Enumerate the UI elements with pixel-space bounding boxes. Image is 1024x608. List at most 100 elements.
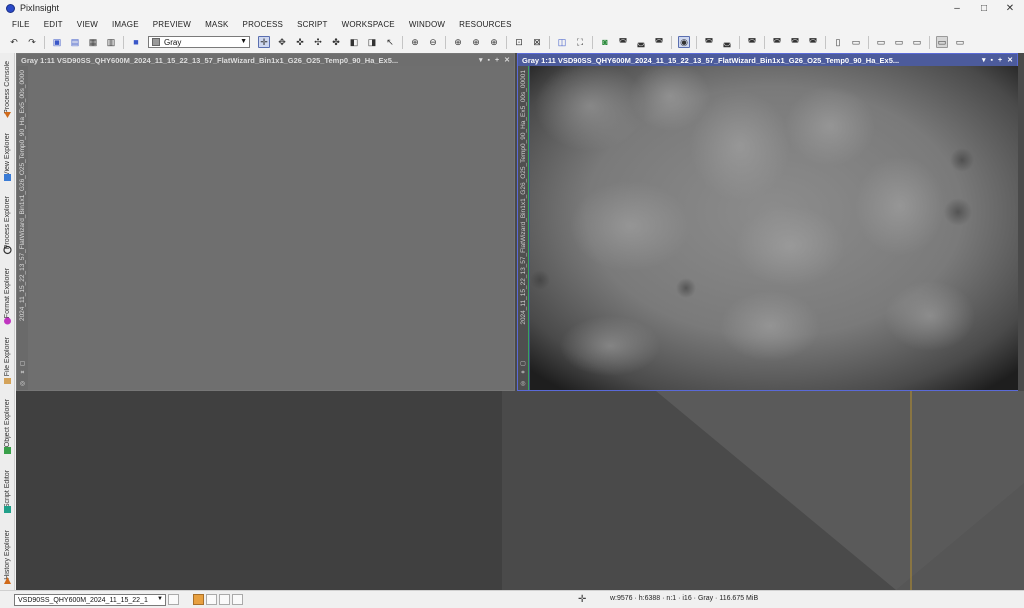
move-mode-icon[interactable]: ✣ xyxy=(312,36,324,48)
fit-view-icon[interactable]: ⊡ xyxy=(513,36,525,48)
menu-script[interactable]: SCRIPT xyxy=(290,20,335,29)
image-window-2-title[interactable]: Gray 1:11 VSD90SS_QHY600M_2024_11_15_22_… xyxy=(518,54,1017,66)
zoom-mode-icon[interactable]: ✥ xyxy=(276,36,288,48)
save-image-icon[interactable]: ▦ xyxy=(87,36,99,48)
open-image-icon[interactable]: ▤ xyxy=(69,36,81,48)
menu-process[interactable]: PROCESS xyxy=(236,20,291,29)
toolbar-separator xyxy=(592,35,593,49)
status-bar: VSD90SS_QHY600M_2024_11_15_22_1 ▼ ✛ w:95… xyxy=(0,590,1024,608)
color-swatch-2[interactable] xyxy=(219,594,230,605)
stf-auto-icon[interactable]: ◉ xyxy=(678,36,690,48)
process-explorer-tab-icon xyxy=(3,245,12,255)
image-window-1[interactable]: Gray 1:11 VSD90SS_QHY600M_2024_11_15_22_… xyxy=(16,53,515,391)
mask-indicator-icon[interactable]: ◎ xyxy=(20,380,25,387)
toolbar-separator xyxy=(739,35,740,49)
zoom-1-1-icon[interactable]: ⊕ xyxy=(452,36,464,48)
color-swatch-orange[interactable] xyxy=(193,594,204,605)
fit-window-icon[interactable]: ⊠ xyxy=(531,36,543,48)
view-selector[interactable]: VSD90SS_QHY600M_2024_11_15_22_1 ▼ xyxy=(14,594,166,606)
close-window-button[interactable]: ✕ xyxy=(1007,56,1013,64)
stf-reset-icon[interactable]: ◛ xyxy=(721,36,733,48)
menu-view[interactable]: VIEW xyxy=(70,20,105,29)
stf-24bit-icon[interactable]: ◚ xyxy=(746,36,758,48)
explorer-icon[interactable]: ▯ xyxy=(832,36,844,48)
grid-2-icon[interactable]: ◚ xyxy=(789,36,801,48)
toolbar-separator xyxy=(764,35,765,49)
script-editor-tab-icon xyxy=(4,506,11,513)
mask-indicator-icon[interactable]: ◎ xyxy=(520,380,525,387)
full-screen-icon[interactable]: ⛶ xyxy=(574,36,586,48)
screen-transfer-icon[interactable]: ◫ xyxy=(556,36,568,48)
lock-icon[interactable]: ▢ xyxy=(20,360,26,367)
layout-3-icon[interactable]: ▭ xyxy=(911,36,923,48)
close-window-button[interactable]: ✕ xyxy=(504,56,510,64)
minimize-window-button[interactable]: ▪ xyxy=(488,57,490,64)
lock-icon[interactable]: ▢ xyxy=(520,360,526,367)
menu-bar: FILE EDIT VIEW IMAGE PREVIEW MASK PROCES… xyxy=(0,16,1024,32)
toolbar-separator xyxy=(671,35,672,49)
console-icon[interactable]: ▭ xyxy=(850,36,862,48)
image-window-1-side-bar: 2024_11_15_22_13_57_FlatWizard_Bin1x1_G2… xyxy=(17,66,28,390)
maximize-window-button[interactable]: + xyxy=(998,57,1002,64)
toolbar-menu-icon[interactable]: ▭ xyxy=(954,36,966,48)
duplicate-image-icon[interactable]: ▥ xyxy=(105,36,117,48)
menu-preview[interactable]: PREVIEW xyxy=(146,20,198,29)
toolbar-separator xyxy=(123,35,124,49)
color-swatch-3[interactable] xyxy=(232,594,243,605)
menu-window[interactable]: WINDOW xyxy=(402,20,452,29)
color-channel-icon[interactable]: ■ xyxy=(130,36,142,48)
new-image-icon[interactable]: ▣ xyxy=(51,36,63,48)
center-mode-icon[interactable]: ✤ xyxy=(330,36,342,48)
pointer-icon[interactable]: ↖ xyxy=(384,36,396,48)
image-window-2-side-bar: 2024_11_15_22_13_57_FlatWizard_Bin1x1_G2… xyxy=(518,66,529,390)
console-tab-icon xyxy=(4,112,11,118)
crosshair-icon: ✛ xyxy=(578,594,587,605)
maximize-window-button[interactable]: + xyxy=(495,57,499,64)
toolbar-separator xyxy=(506,35,507,49)
layout-1-icon[interactable]: ▭ xyxy=(875,36,887,48)
link-icon[interactable]: ⌗ xyxy=(21,370,24,377)
grid-3-icon[interactable]: ◚ xyxy=(807,36,819,48)
shade-button[interactable]: ▾ xyxy=(982,56,986,64)
undo-icon[interactable]: ↶ xyxy=(8,36,20,48)
mask-invert-icon[interactable]: ◛ xyxy=(635,36,647,48)
zoom-in-icon[interactable]: ⊕ xyxy=(409,36,421,48)
menu-mask[interactable]: MASK xyxy=(198,20,235,29)
minimize-window-button[interactable]: ▪ xyxy=(991,57,993,64)
zoom-2-1-icon[interactable]: ⊕ xyxy=(470,36,482,48)
menu-edit[interactable]: EDIT xyxy=(37,20,70,29)
stf-link-icon[interactable]: ◚ xyxy=(703,36,715,48)
layout-2-icon[interactable]: ▭ xyxy=(893,36,905,48)
toolbar-separator xyxy=(929,35,930,49)
view-options-button[interactable] xyxy=(168,594,179,605)
mask-show-icon[interactable]: ◚ xyxy=(653,36,665,48)
edit-preview-icon[interactable]: ◨ xyxy=(366,36,378,48)
pan-mode-icon[interactable]: ✜ xyxy=(294,36,306,48)
zoom-out-icon[interactable]: ⊖ xyxy=(427,36,439,48)
history-explorer-tab-icon xyxy=(4,577,11,584)
image-window-1-title[interactable]: Gray 1:11 VSD90SS_QHY600M_2024_11_15_22_… xyxy=(17,54,514,66)
menu-resources[interactable]: RESOURCES xyxy=(452,20,518,29)
readout-mode-icon[interactable]: ✛ xyxy=(258,36,270,48)
menu-workspace[interactable]: WORKSPACE xyxy=(335,20,402,29)
workspace[interactable]: Gray 1:11 VSD90SS_QHY600M_2024_11_15_22_… xyxy=(16,53,1024,590)
link-icon[interactable]: ⌗ xyxy=(521,370,524,377)
mask-edit-icon[interactable]: ◚ xyxy=(617,36,629,48)
image-1-canvas[interactable] xyxy=(28,66,514,390)
view-explorer-tab-icon xyxy=(4,174,11,181)
image-window-2[interactable]: Gray 1:11 VSD90SS_QHY600M_2024_11_15_22_… xyxy=(517,53,1018,391)
zoom-fit-icon[interactable]: ⊕ xyxy=(488,36,500,48)
preview-mode-icon[interactable]: ◧ xyxy=(348,36,360,48)
monitor-icon[interactable]: ▭ xyxy=(936,36,948,48)
grid-1-icon[interactable]: ◚ xyxy=(771,36,783,48)
redo-icon[interactable]: ↷ xyxy=(26,36,38,48)
color-swatch-1[interactable] xyxy=(206,594,217,605)
mask-icon[interactable]: ◙ xyxy=(599,36,611,48)
shade-button[interactable]: ▾ xyxy=(479,56,483,64)
channel-select[interactable]: Gray ▼ xyxy=(148,36,250,48)
menu-image[interactable]: IMAGE xyxy=(105,20,146,29)
menu-file[interactable]: FILE xyxy=(5,20,37,29)
close-button[interactable]: ✕ xyxy=(994,0,1024,16)
image-window-2-id-label: 2024_11_15_22_13_57_FlatWizard_Bin1x1_G2… xyxy=(519,70,527,325)
image-2-canvas[interactable] xyxy=(530,61,1018,390)
